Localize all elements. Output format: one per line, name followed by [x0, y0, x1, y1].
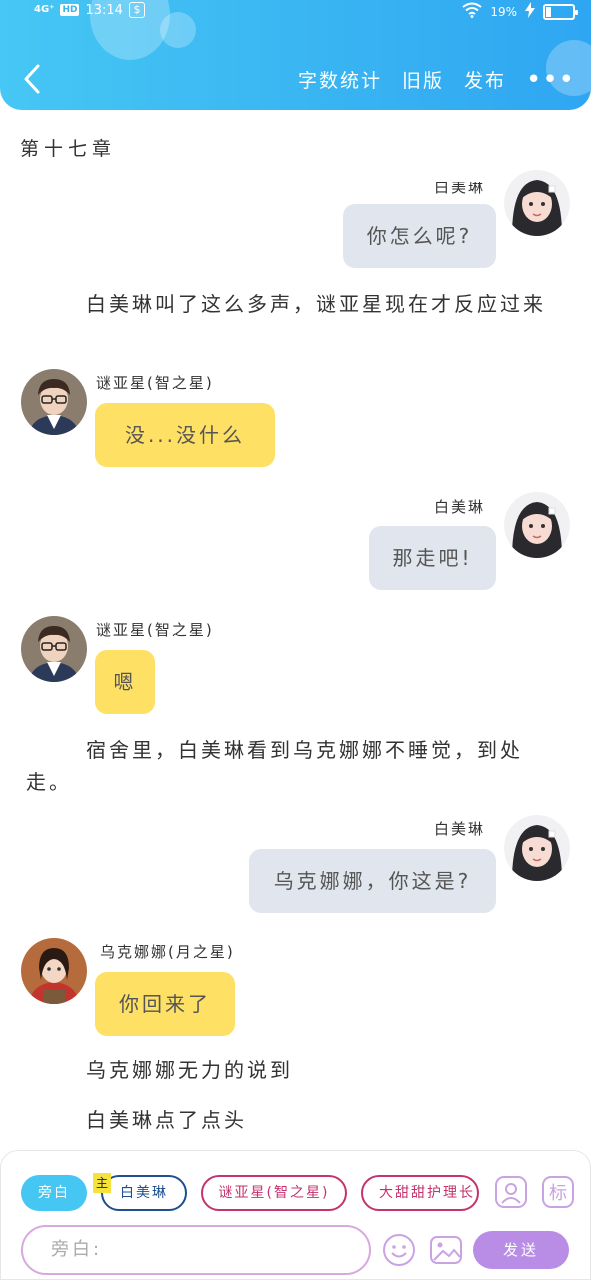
speaker-name: 谜亚星(智之星) [96, 621, 214, 639]
character-icon[interactable] [494, 1175, 528, 1209]
role-chip-mi-yaxing[interactable]: 谜亚星(智之星) [201, 1175, 347, 1211]
emoji-icon[interactable] [382, 1233, 416, 1267]
battery-percent: 19% [490, 5, 517, 19]
avatar-mi-yaxing[interactable] [21, 369, 87, 435]
tag-icon[interactable]: 标 [541, 1175, 575, 1209]
avatar-bai-meilin[interactable] [504, 170, 570, 236]
avatar-wuke-nana[interactable] [21, 938, 87, 1004]
narration-text: 白美琳叫了这么多声，谜亚星现在才反应过来 [86, 292, 546, 316]
narration-text: 白美琳点了点头 [86, 1108, 247, 1132]
message-bubble[interactable]: 你怎么呢? [343, 204, 496, 268]
more-icon[interactable]: ••• [526, 67, 575, 93]
notification-icon: $ [128, 2, 145, 18]
back-button[interactable] [18, 62, 48, 96]
role-chip-bai-meilin[interactable]: 白美琳 [101, 1175, 187, 1211]
role-chip-head-nurse[interactable]: 大甜甜护理长 [361, 1175, 479, 1211]
tag-icon-label: 标 [549, 1183, 567, 1204]
chevron-left-icon [24, 64, 40, 94]
message-bubble[interactable]: 乌克娜娜，你这是? [249, 849, 496, 913]
chapter-title: 第十七章 [20, 138, 117, 160]
speaker-name: 谜亚星(智之星) [96, 374, 214, 392]
narration-text: 宿舍里，白美琳看到乌克娜娜不睡觉，到处走。 [26, 738, 523, 794]
message-bubble[interactable]: 嗯 [95, 650, 155, 714]
message-bubble[interactable]: 没...没什么 [95, 403, 275, 467]
message-bubble[interactable]: 你回来了 [95, 972, 235, 1036]
narration-text: 乌克娜娜无力的说到 [86, 1058, 293, 1082]
signal-indicator: 4G⁺ [34, 4, 55, 15]
nav-bar: 字数统计 旧版 发布 ••• [0, 56, 591, 104]
composer-panel: 旁白 白美琳 主 谜亚星(智之星) 大甜甜护理长 标 旁白: 发送 [0, 1150, 591, 1280]
old-version-button[interactable]: 旧版 [402, 66, 444, 93]
role-chip-narrator[interactable]: 旁白 [21, 1175, 87, 1211]
avatar-bai-meilin[interactable] [504, 492, 570, 558]
wifi-icon [462, 2, 482, 22]
publish-button[interactable]: 发布 [464, 66, 506, 93]
image-icon[interactable] [429, 1233, 463, 1267]
send-button[interactable]: 发送 [473, 1231, 569, 1269]
status-bar: 4G⁺ HD 13:14 $ 19% [0, 0, 591, 24]
header-bar: 4G⁺ HD 13:14 $ 19% 字数统计 旧版 发布 ••• [0, 0, 591, 110]
speaker-name: 白美琳 [434, 820, 486, 838]
message-input[interactable]: 旁白: [21, 1225, 371, 1275]
speaker-name: 乌克娜娜(月之星) [100, 943, 235, 961]
word-count-button[interactable]: 字数统计 [298, 66, 382, 93]
charging-icon [525, 2, 535, 22]
status-time: 13:14 [85, 2, 123, 18]
message-bubble[interactable]: 那走吧! [369, 526, 496, 590]
speaker-name: 白美琳 [434, 498, 486, 516]
main-role-badge: 主 [93, 1173, 111, 1193]
battery-icon [543, 4, 578, 20]
avatar-mi-yaxing[interactable] [21, 616, 87, 682]
hd-badge: HD [60, 4, 80, 16]
avatar-bai-meilin[interactable] [504, 815, 570, 881]
speaker-name: 白美琳 [434, 178, 486, 196]
